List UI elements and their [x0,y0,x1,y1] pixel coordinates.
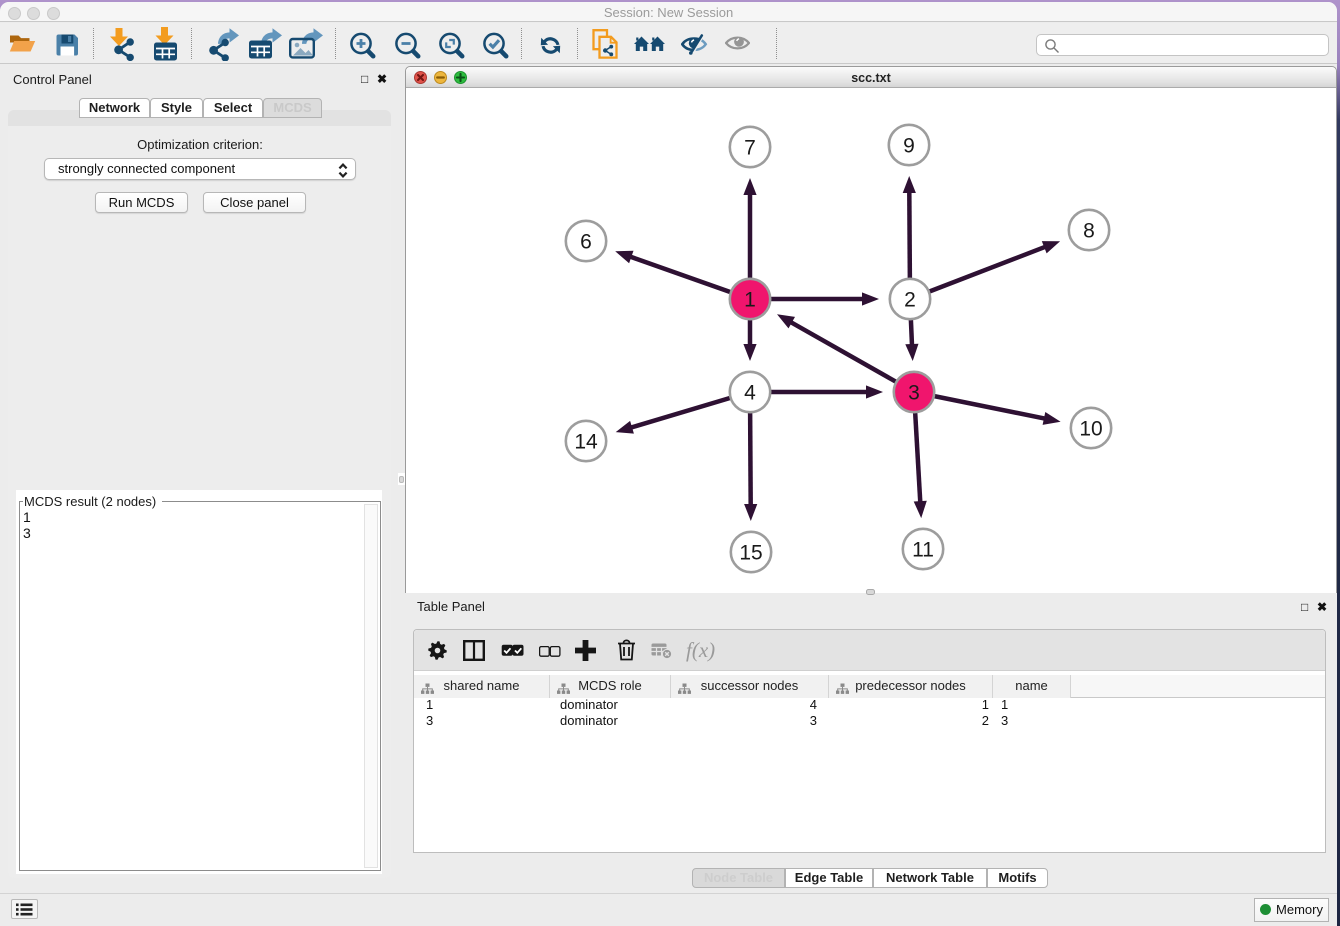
svg-text:11: 11 [912,539,934,562]
svg-text:1: 1 [744,289,756,312]
svg-text:9: 9 [903,135,915,158]
svg-text:10: 10 [1079,418,1102,441]
svg-text:7: 7 [744,137,756,160]
svg-text:2: 2 [904,289,916,312]
svg-text:3: 3 [908,382,920,405]
svg-text:15: 15 [739,542,762,565]
svg-text:8: 8 [1083,220,1095,243]
svg-text:4: 4 [744,382,756,405]
svg-text:6: 6 [580,231,592,254]
svg-text:14: 14 [574,431,598,454]
